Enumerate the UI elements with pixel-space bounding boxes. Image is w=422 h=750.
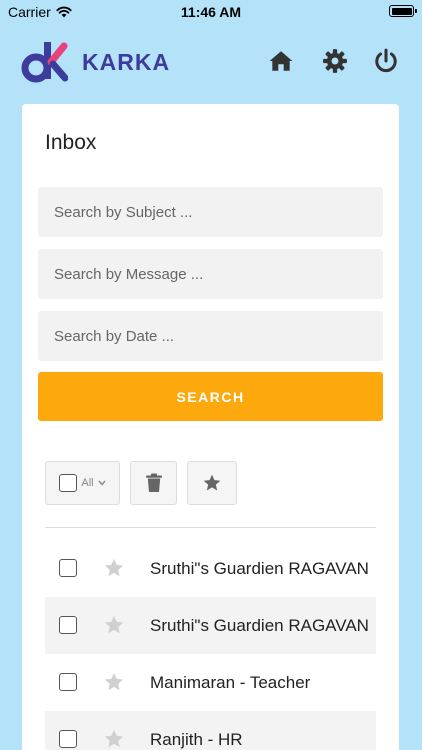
row-checkbox[interactable]	[59, 673, 77, 691]
row-checkbox[interactable]	[59, 730, 77, 748]
message-row[interactable]: Ranjith - HR	[45, 711, 376, 750]
app-header: KARKA	[0, 36, 422, 88]
page-title: Inbox	[45, 131, 97, 154]
star-icon[interactable]	[103, 557, 125, 579]
status-bar: Carrier 11:46 AM	[0, 0, 422, 24]
date-search-input[interactable]	[38, 311, 383, 361]
chevron-down-icon	[98, 480, 106, 486]
select-all-label: All	[81, 477, 94, 489]
home-icon[interactable]	[268, 48, 294, 74]
star-icon[interactable]	[103, 614, 125, 636]
message-search-input[interactable]	[38, 249, 383, 299]
message-sender: Ranjith - HR	[150, 730, 243, 749]
app-logo: KARKA	[20, 40, 170, 84]
row-checkbox[interactable]	[59, 559, 77, 577]
inbox-card: Inbox SEARCH All Sruthi"s Guardien RAGAV…	[22, 104, 399, 750]
karka-logo-icon	[21, 42, 68, 83]
message-sender: Sruthi"s Guardien RAGAVAN	[150, 616, 369, 635]
message-sender: Sruthi"s Guardien RAGAVAN	[150, 559, 369, 578]
select-all-checkbox[interactable]	[59, 474, 78, 492]
search-button[interactable]: SEARCH	[38, 372, 383, 421]
message-row[interactable]: Sruthi"s Guardien RAGAVAN	[45, 597, 376, 654]
message-row[interactable]: Sruthi"s Guardien RAGAVAN	[45, 540, 376, 597]
row-checkbox[interactable]	[59, 616, 77, 634]
star-icon[interactable]	[103, 728, 125, 750]
power-icon[interactable]	[373, 48, 399, 74]
select-all-dropdown[interactable]: All	[45, 461, 120, 505]
star-filter-button[interactable]	[187, 461, 237, 505]
star-icon	[203, 474, 221, 491]
delete-button[interactable]	[130, 461, 177, 505]
divider	[45, 527, 376, 528]
battery-icon	[389, 5, 417, 17]
message-sender: Manimaran - Teacher	[150, 673, 311, 692]
subject-search-input[interactable]	[38, 187, 383, 237]
app-name: KARKA	[82, 48, 171, 75]
star-icon[interactable]	[103, 671, 125, 693]
gear-icon[interactable]	[322, 48, 348, 74]
trash-icon	[145, 473, 162, 492]
message-row[interactable]: Manimaran - Teacher	[45, 654, 376, 711]
status-time: 11:46 AM	[180, 4, 242, 20]
message-list: Sruthi"s Guardien RAGAVAN Sruthi"s Guard…	[45, 540, 376, 750]
